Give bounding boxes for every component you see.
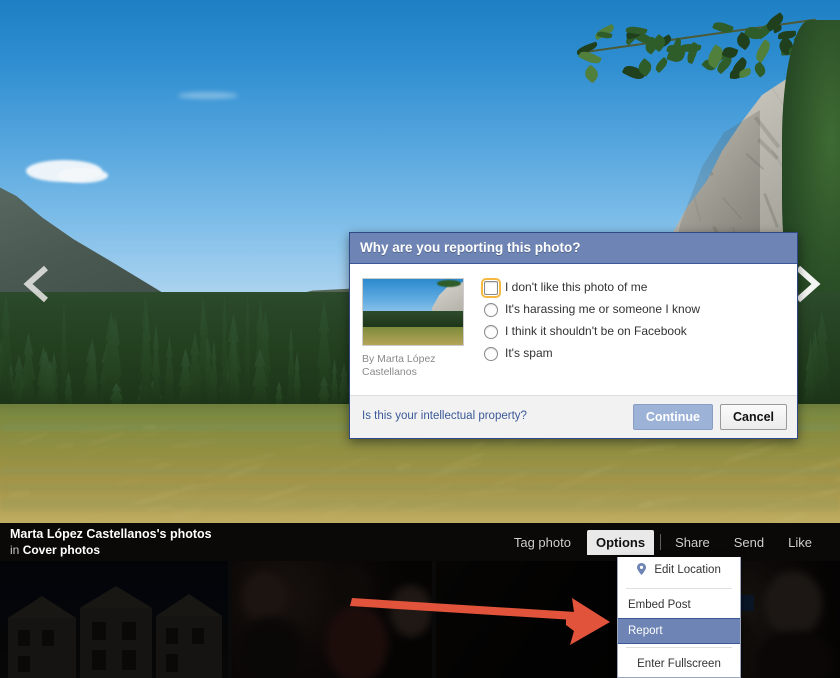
reason-label: I think it shouldn't be on Facebook xyxy=(505,324,687,338)
menu-item-report[interactable]: Report xyxy=(618,618,740,644)
photo-viewer-screen: Marta López Castellanos's photos in Cove… xyxy=(0,0,840,678)
meadow-band xyxy=(0,453,840,461)
tree xyxy=(286,326,296,410)
leaf xyxy=(581,64,602,84)
thumbnail-dark[interactable] xyxy=(436,561,632,678)
thumbnail-people[interactable] xyxy=(232,561,432,678)
tag-photo-button[interactable]: Tag photo xyxy=(506,530,579,555)
leaf xyxy=(752,61,768,78)
cloud xyxy=(178,92,238,99)
radio-button[interactable] xyxy=(484,346,498,361)
photo-owner-title: Marta López Castellanos's photos xyxy=(10,527,212,541)
reason-label: I don't like this photo of me xyxy=(505,280,648,294)
thumbnail-houses[interactable] xyxy=(0,561,228,678)
reason-option-harassment[interactable]: It's harassing me or someone I know xyxy=(484,302,785,317)
like-button[interactable]: Like xyxy=(780,530,820,555)
options-dropdown-menu[interactable]: Edit Location Embed Post Report Enter Fu… xyxy=(617,557,741,678)
report-reason-options: I don't like this photo of me It's haras… xyxy=(466,277,785,379)
menu-item-label: Embed Post xyxy=(628,599,691,611)
send-button[interactable]: Send xyxy=(726,530,772,555)
reason-option-dislike[interactable]: I don't like this photo of me xyxy=(481,277,785,298)
photo-action-bar: Tag photo Options Share Send Like xyxy=(502,523,824,561)
radio-button[interactable] xyxy=(484,302,498,317)
thumbnail-overlay xyxy=(232,561,432,678)
dialog-footer: Is this your intellectual property? Cont… xyxy=(350,395,797,438)
reason-option-spam[interactable]: It's spam xyxy=(484,346,785,361)
continue-button[interactable]: Continue xyxy=(632,404,713,430)
tree xyxy=(163,335,176,410)
tree xyxy=(243,292,252,410)
menu-divider xyxy=(626,647,732,648)
tree xyxy=(220,296,229,410)
chevron-left-icon xyxy=(23,265,48,303)
previous-photo-button[interactable] xyxy=(18,262,58,306)
dialog-title: Why are you reporting this photo? xyxy=(350,233,797,264)
menu-divider xyxy=(626,588,732,589)
dialog-thumbnail-column: By Marta López Castellanos xyxy=(362,278,466,379)
radio-button[interactable] xyxy=(481,277,501,298)
action-divider xyxy=(660,534,662,550)
grass-streak xyxy=(586,510,635,523)
dialog-body: By Marta López Castellanos I don't like … xyxy=(350,264,797,395)
tree xyxy=(81,342,101,410)
menu-item-label: Edit Location xyxy=(654,564,721,576)
options-button[interactable]: Options xyxy=(586,529,655,555)
photo-album-line: in Cover photos xyxy=(10,542,212,558)
radio-button[interactable] xyxy=(484,324,498,339)
dialog-buttons: Continue Cancel xyxy=(632,404,787,430)
dialog-photo-thumbnail xyxy=(362,278,464,346)
tree xyxy=(330,358,339,410)
grass-streak xyxy=(74,510,120,521)
meadow-band xyxy=(0,438,840,448)
album-name: Cover photos xyxy=(22,543,101,557)
menu-item-enter-fullscreen[interactable]: Enter Fullscreen xyxy=(618,651,740,677)
photo-info-bar: Marta López Castellanos's photos in Cove… xyxy=(0,523,840,561)
album-prefix: in xyxy=(10,543,20,557)
photo-titles: Marta López Castellanos's photos in Cove… xyxy=(10,526,212,558)
menu-item-edit-location[interactable]: Edit Location xyxy=(618,557,740,585)
grass-streak xyxy=(769,510,817,523)
map-pin-icon xyxy=(637,563,647,580)
menu-item-label: Report xyxy=(628,625,663,637)
leaf xyxy=(752,39,774,63)
cancel-button[interactable]: Cancel xyxy=(720,404,787,430)
menu-item-label: Enter Fullscreen xyxy=(637,658,721,670)
grass-streak xyxy=(223,512,249,521)
reason-label: It's spam xyxy=(505,346,553,360)
menu-item-embed-post[interactable]: Embed Post xyxy=(618,592,740,618)
thumbnail-overlay xyxy=(436,561,632,678)
share-button[interactable]: Share xyxy=(667,530,718,555)
rock-streak xyxy=(763,193,779,228)
leaf xyxy=(653,56,670,74)
report-photo-dialog: Why are you reporting this photo? By Mar… xyxy=(349,232,798,439)
intellectual-property-link[interactable]: Is this your intellectual property? xyxy=(362,410,527,422)
reason-option-shouldnt-be-on-facebook[interactable]: I think it shouldn't be on Facebook xyxy=(484,324,785,339)
reason-label: It's harassing me or someone I know xyxy=(505,302,701,316)
thumbnail-overlay xyxy=(0,561,228,678)
tree xyxy=(0,294,15,410)
dialog-photo-byline: By Marta López Castellanos xyxy=(362,353,436,378)
cloud xyxy=(58,168,108,183)
